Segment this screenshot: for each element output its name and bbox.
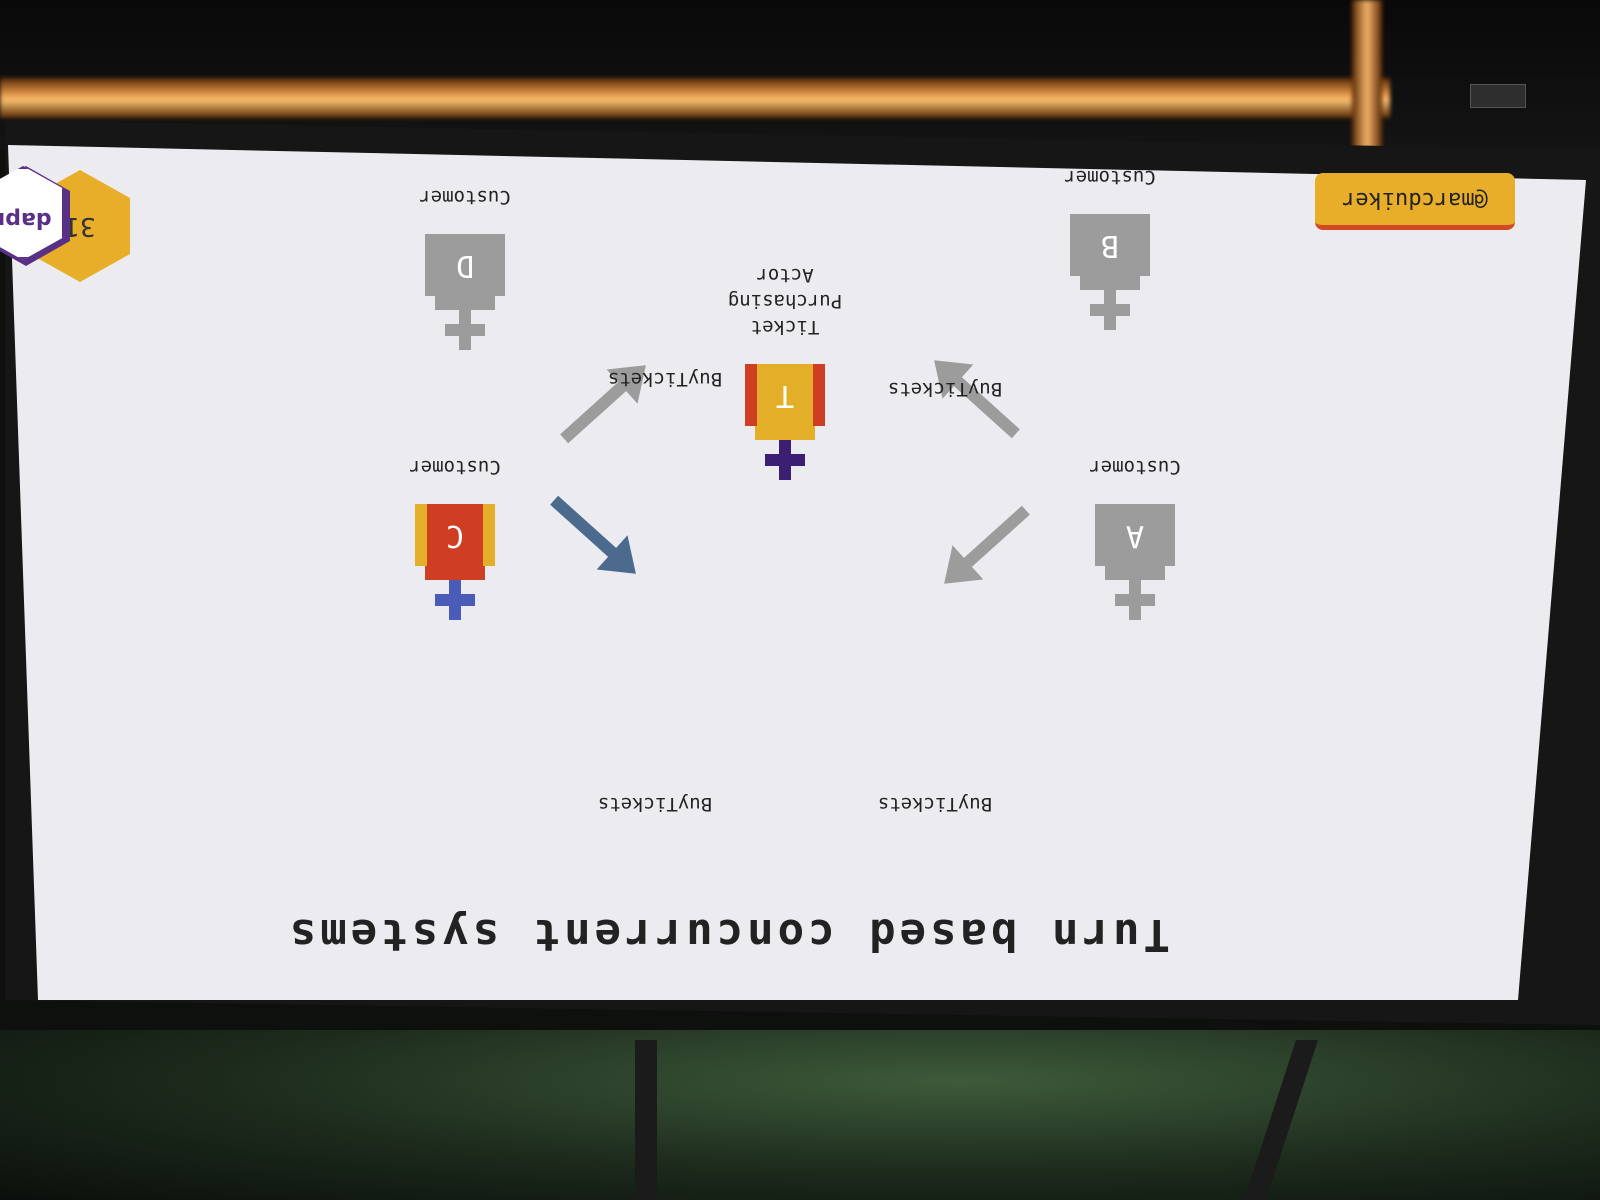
actor-head-icon <box>1115 580 1155 620</box>
floor <box>0 1030 1600 1200</box>
ticket-purchasing-actor-caption: Ticket Purchasing Actor <box>727 264 843 338</box>
monitor-stand-left <box>635 1040 657 1200</box>
ticket-purchasing-actor: T <box>740 364 830 480</box>
actor-head-icon <box>445 310 485 350</box>
actor-head-icon <box>1090 290 1130 330</box>
actor-box: T <box>745 364 825 426</box>
actor-box: C <box>415 504 495 566</box>
customer-d-label: Customer <box>419 186 511 208</box>
wall-device <box>1470 84 1526 108</box>
arrow-icon <box>928 501 1034 601</box>
customer-c-actor: C <box>410 504 500 620</box>
actor-head-icon <box>765 440 805 480</box>
twitter-handle-badge: @marcduiker <box>1315 173 1515 230</box>
customer-a-actor: A <box>1090 504 1180 620</box>
message-label-d: BuyTickets <box>607 368 723 390</box>
message-label-b: BuyTickets <box>887 378 1003 400</box>
actor-box: B <box>1070 214 1150 276</box>
customer-a-label: Customer <box>1089 456 1181 478</box>
presentation-slide: Turn based concurrent systems A Customer… <box>40 160 1520 1000</box>
ceiling-light-strip <box>0 78 1390 118</box>
actor-head-icon <box>435 580 475 620</box>
message-label-a: BuyTickets <box>877 793 993 815</box>
actor-box: D <box>425 234 505 296</box>
customer-b-label: Customer <box>1064 166 1156 188</box>
customer-d-actor: D <box>420 234 510 350</box>
arrow-icon <box>545 491 652 591</box>
customer-b-actor: B <box>1065 214 1155 330</box>
actor-box: A <box>1095 504 1175 566</box>
slide-title: Turn based concurrent systems <box>285 909 1170 960</box>
message-label-c: BuyTickets <box>597 793 713 815</box>
wall-light-strip <box>1352 0 1382 150</box>
customer-c-label: Customer <box>409 456 501 478</box>
